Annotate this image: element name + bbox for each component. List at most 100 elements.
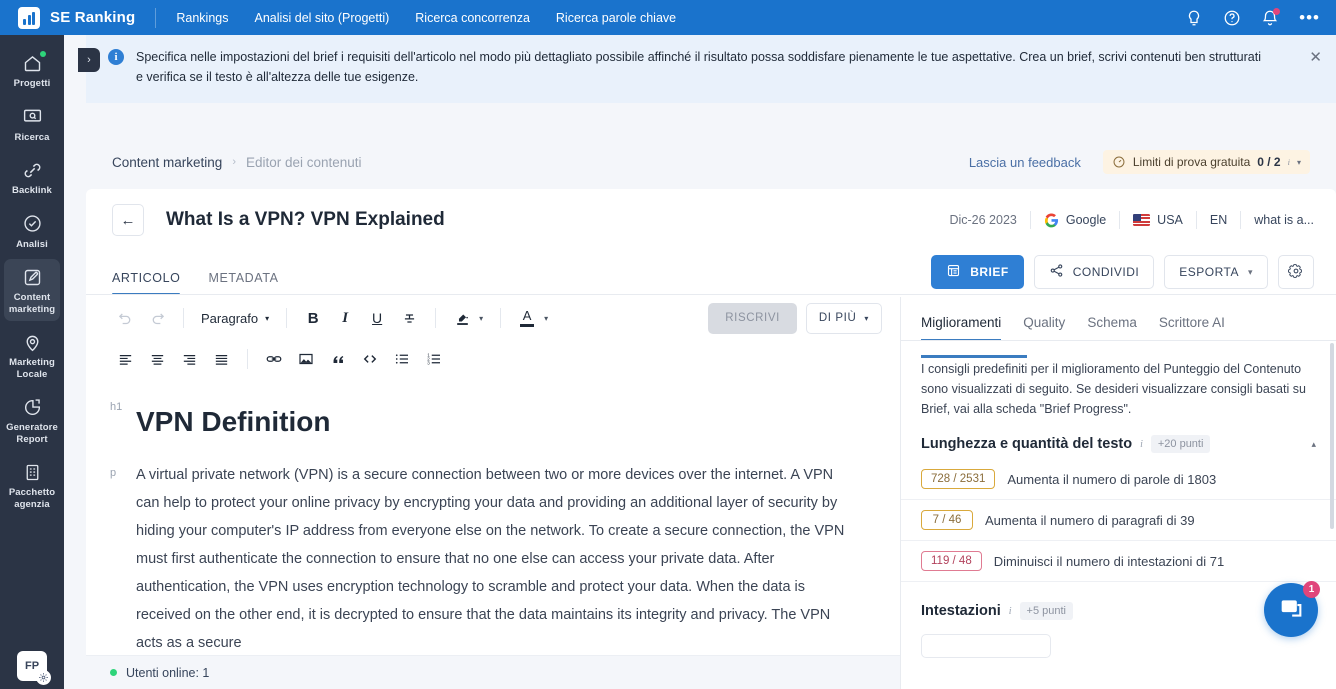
list-item[interactable]: 119 / 48 Diminuisci il numero di intesta… (901, 541, 1336, 582)
code-icon[interactable] (355, 345, 385, 373)
pencil-square-icon (22, 266, 43, 288)
topnav-item-competitor-research[interactable]: Ricerca concorrenza (415, 11, 530, 25)
toolbar-divider (286, 308, 288, 328)
tab-scrittore-ai[interactable]: Scrittore AI (1159, 315, 1225, 341)
sidebar-item-content-marketing[interactable]: Content marketing (4, 259, 60, 321)
recommendation-text: Aumenta il numero di parole di 1803 (1007, 471, 1217, 487)
brand-logo[interactable]: SE Ranking (0, 6, 135, 29)
placeholder-badge (921, 634, 1051, 658)
chevron-down-icon[interactable]: ▾ (479, 314, 483, 323)
chevron-down-icon[interactable]: ▾ (1297, 158, 1301, 167)
panel-scrollbar[interactable] (1330, 343, 1334, 529)
font-color-label: A (522, 308, 532, 323)
tab-metadata[interactable]: METADATA (208, 271, 278, 295)
italic-label: I (342, 309, 349, 326)
bell-icon[interactable] (1261, 7, 1281, 27)
meta-search-engine[interactable]: Google (1044, 212, 1107, 228)
info-icon[interactable]: i (1140, 439, 1143, 450)
tab-articolo[interactable]: ARTICOLO (112, 271, 181, 295)
align-justify-icon[interactable] (206, 345, 236, 373)
gear-icon[interactable] (36, 670, 51, 685)
sidebar-item-pacchetto-agenzia[interactable]: Pacchetto agenzia (4, 454, 60, 516)
recommendation-text: Diminuisci il numero di intestazioni di … (993, 553, 1225, 569)
align-center-icon[interactable] (142, 345, 172, 373)
top-bar: SE Ranking Rankings Analisi del sito (Pr… (0, 0, 1336, 35)
avatar-initials: FP (24, 660, 40, 672)
more-options-button[interactable]: DI PIÙ ▾ (805, 302, 882, 334)
redo-icon[interactable] (142, 304, 172, 332)
highlight-color-icon[interactable] (447, 304, 477, 332)
sidebar-item-progetti[interactable]: Progetti (4, 45, 60, 96)
status-badge: 728 / 2531 (921, 469, 996, 489)
underline-label: U (372, 310, 383, 326)
tab-miglioramenti[interactable]: Miglioramenti (921, 315, 1002, 341)
bullet-list-icon[interactable] (387, 345, 417, 373)
settings-button[interactable] (1278, 255, 1314, 289)
section-title: Lunghezza e quantità del testo (921, 436, 1133, 452)
close-icon[interactable]: ✕ (1309, 48, 1322, 66)
image-icon[interactable] (291, 345, 321, 373)
lightbulb-icon[interactable] (1185, 9, 1203, 27)
sidebar-item-generatore-report[interactable]: Generatore Report (4, 389, 60, 451)
meta-engine-label: Google (1065, 213, 1107, 227)
chat-button[interactable]: 1 (1264, 581, 1320, 637)
info-banner-text: Specifica nelle impostazioni del brief i… (136, 50, 1261, 84)
tab-quality[interactable]: Quality (1023, 315, 1065, 341)
chevron-right-icon: › (87, 54, 91, 66)
recommendation-list: 728 / 2531 Aumenta il numero di parole d… (901, 459, 1336, 582)
export-button[interactable]: ESPORTA ▾ (1164, 255, 1268, 289)
arrow-left-icon: ← (120, 211, 136, 229)
meta-keyword[interactable]: what is a... (1254, 213, 1314, 227)
tab-schema[interactable]: Schema (1087, 315, 1137, 341)
undo-icon[interactable] (110, 304, 140, 332)
topnav-item-site-analysis[interactable]: Analisi del sito (Progetti) (254, 11, 389, 25)
info-icon[interactable]: i (1009, 606, 1012, 617)
link-icon (22, 159, 43, 181)
numbered-list-icon[interactable]: 123 (419, 345, 449, 373)
help-circle-icon[interactable] (1223, 9, 1241, 27)
link-insert-icon[interactable] (259, 345, 289, 373)
chevron-up-icon[interactable]: ▴ (1311, 439, 1316, 450)
sidebar-item-backlink[interactable]: Backlink (4, 152, 60, 203)
trial-limits-badge[interactable]: Limiti di prova gratuita 0 / 2 i ▾ (1102, 150, 1310, 174)
sidebar-item-marketing-locale[interactable]: Marketing Locale (4, 324, 60, 386)
italic-button[interactable]: I (330, 304, 360, 332)
font-color-button[interactable]: A (512, 304, 542, 332)
document-body[interactable]: h1 VPN Definition p A virtual private ne… (86, 391, 900, 655)
quote-icon[interactable] (323, 345, 353, 373)
meta-divider (1029, 211, 1031, 229)
avatar[interactable]: FP (17, 651, 51, 685)
info-superscript[interactable]: i (1288, 157, 1290, 167)
back-button[interactable]: ← (112, 204, 144, 236)
brief-button[interactable]: BRIEF (931, 255, 1024, 289)
document-block: h1 VPN Definition (110, 391, 860, 439)
list-item[interactable]: 7 / 46 Aumenta il numero di paragrafi di… (901, 500, 1336, 541)
sidebar-label: Pacchetto agenzia (8, 487, 56, 510)
breadcrumb-root[interactable]: Content marketing (112, 155, 222, 170)
topnav-item-keyword-research[interactable]: Ricerca parole chiave (556, 11, 676, 25)
list-item[interactable]: 728 / 2531 Aumenta il numero di parole d… (901, 459, 1336, 500)
heading-h1: VPN Definition (136, 406, 331, 437)
toolbar-divider (247, 349, 248, 369)
section-header-text-length[interactable]: Lunghezza e quantità del testo i +20 pun… (901, 435, 1336, 453)
align-right-icon[interactable] (174, 345, 204, 373)
sidebar-collapse-handle[interactable]: › (78, 48, 100, 72)
topnav-item-rankings[interactable]: Rankings (176, 11, 228, 25)
share-button[interactable]: CONDIVIDI (1033, 255, 1155, 289)
strikethrough-icon[interactable] (394, 304, 424, 332)
underline-button[interactable]: U (362, 304, 392, 332)
sidebar-item-analisi[interactable]: Analisi (4, 206, 60, 257)
chevron-down-icon[interactable]: ▾ (544, 314, 548, 323)
paragraph-style-select[interactable]: Paragrafo ▾ (195, 311, 275, 326)
meta-country[interactable]: USA (1133, 213, 1183, 227)
google-icon (1044, 212, 1058, 227)
bold-label: B (307, 309, 319, 327)
editor-toolbar-row-2: 123 (86, 339, 900, 379)
feedback-link[interactable]: Lascia un feedback (969, 155, 1081, 170)
sidebar-item-ricerca[interactable]: Ricerca (4, 99, 60, 150)
meta-language[interactable]: EN (1210, 213, 1227, 227)
bold-button[interactable]: B (298, 304, 328, 332)
align-left-icon[interactable] (110, 345, 140, 373)
sidebar-label: Marketing Locale (9, 357, 55, 380)
more-horizontal-icon[interactable]: ••• (1299, 9, 1320, 26)
